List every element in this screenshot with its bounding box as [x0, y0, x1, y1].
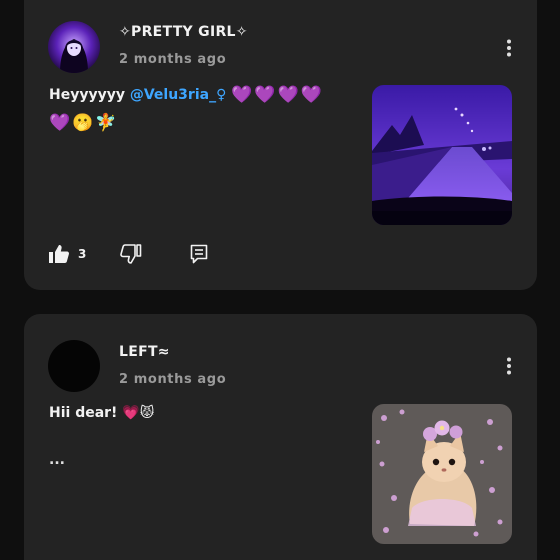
post-timestamp[interactable]: 2 months ago — [119, 52, 226, 67]
avatar[interactable] — [48, 21, 100, 73]
community-post: LEFT≈ 2 months ago Hii dear! 💗😾 ... — [24, 314, 537, 560]
more-vert-icon — [507, 357, 511, 375]
avatar[interactable] — [48, 340, 100, 392]
read-more-ellipsis[interactable]: ... — [49, 452, 65, 468]
post-image[interactable] — [372, 85, 512, 225]
reply-icon — [191, 244, 208, 264]
post-timestamp[interactable]: 2 months ago — [119, 372, 226, 387]
post-menu-button[interactable] — [497, 36, 521, 60]
post-image[interactable] — [372, 404, 512, 544]
thumb-down-icon — [120, 244, 142, 264]
community-feed: ✧PRETTY GIRL✧ 2 months ago Heyyyyyy @Vel… — [0, 0, 560, 560]
post-text: Hii dear! 💗😾 — [49, 399, 349, 427]
post-text-content: Hii dear! 💗😾 — [49, 405, 155, 421]
post-text-prefix: Heyyyyyy — [49, 87, 130, 103]
like-button[interactable]: 3 — [48, 244, 86, 264]
thumb-up-icon — [49, 245, 69, 263]
mention-link[interactable]: @Velu3ria_♀ — [130, 87, 226, 103]
emoji-line: 💜🫢🧚 — [49, 113, 119, 133]
post-author[interactable]: LEFT≈ — [119, 344, 170, 360]
dislike-button[interactable] — [120, 244, 142, 264]
reply-button[interactable] — [190, 244, 208, 264]
post-menu-button[interactable] — [497, 354, 521, 378]
like-count: 3 — [78, 247, 87, 261]
post-author[interactable]: ✧PRETTY GIRL✧ — [119, 24, 248, 40]
more-vert-icon — [507, 39, 511, 57]
post-text: Heyyyyyy @Velu3ria_♀ 💜💜💜💜 💜🫢🧚 — [49, 81, 349, 137]
post-actions: 3 — [48, 242, 208, 266]
emoji-hearts: 💜💜💜💜 — [231, 85, 324, 105]
community-post: ✧PRETTY GIRL✧ 2 months ago Heyyyyyy @Vel… — [24, 0, 537, 290]
